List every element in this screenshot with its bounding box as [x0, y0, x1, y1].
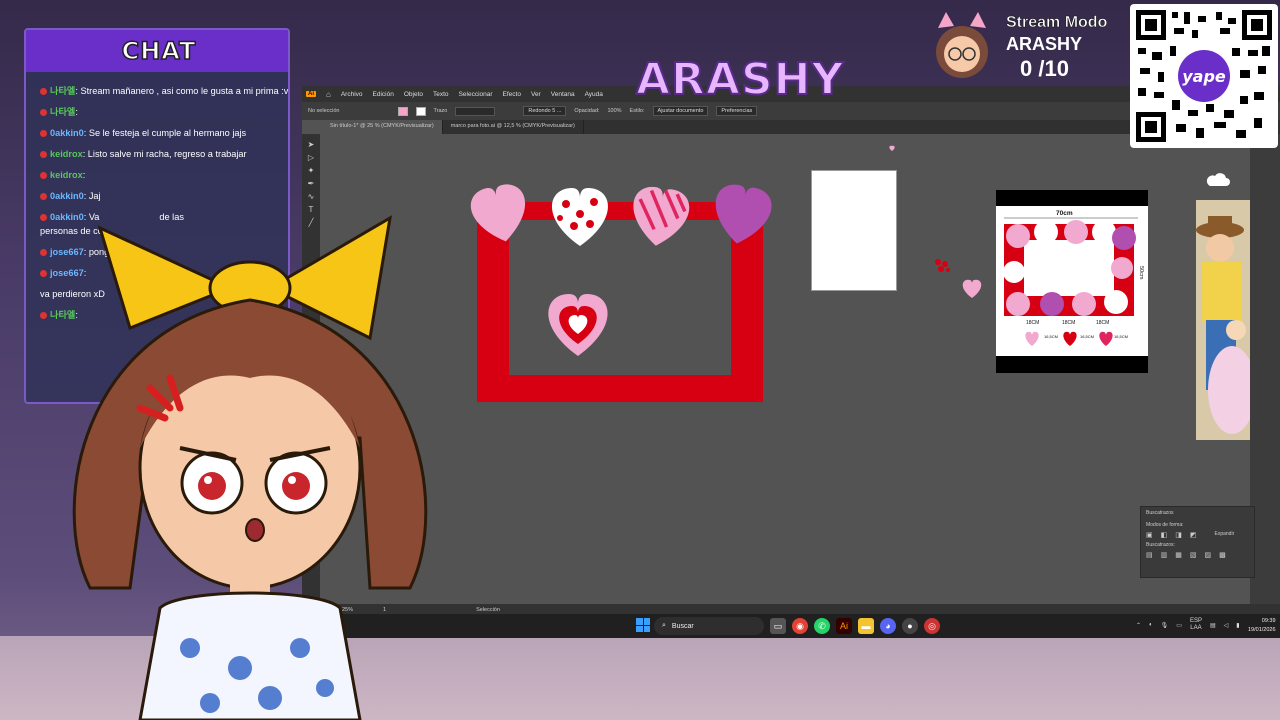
- whatsapp-icon[interactable]: ✆: [814, 618, 830, 634]
- goal-counter: 0 /10: [1020, 56, 1069, 81]
- avatar: [936, 12, 988, 78]
- chat-username[interactable]: 나타엘: [50, 86, 75, 96]
- task-view-icon[interactable]: ▭: [770, 618, 786, 634]
- chat-text: :: [75, 107, 78, 117]
- mockup-reference: 70cm 50cm 18CM 18CM 18CM 16,5CM 16,5CM 1…: [996, 190, 1148, 373]
- taskbar-apps: ▭ ◉ ✆ Ai ▬ ◕ ● ◎: [770, 618, 940, 634]
- crop-icon[interactable]: ▧: [1190, 551, 1197, 559]
- user-badge-icon: [40, 130, 47, 138]
- chat-message: 나타엘:: [40, 105, 288, 119]
- exclude-icon[interactable]: ◩: [1190, 531, 1197, 539]
- time: 09:39: [1261, 618, 1276, 624]
- chat-text: : Stream mañanero , asi como le gusta a …: [75, 86, 289, 96]
- chat-message: 나타엘: Stream mañanero , asi como le gusta…: [40, 84, 289, 98]
- language-label[interactable]: ESP: [1190, 618, 1202, 624]
- chat-text: :: [82, 170, 86, 180]
- region-label: LAA: [1190, 625, 1202, 631]
- windows-start-icon[interactable]: [636, 618, 650, 632]
- illustrator-icon[interactable]: Ai: [836, 618, 852, 634]
- chat-text: : Se le festeja el cumple al hermano jaj…: [83, 128, 247, 138]
- tray-app-icon[interactable]: ◐: [1149, 622, 1153, 628]
- mockup-side-size: 16,5CM: [1080, 334, 1094, 339]
- microphone-icon[interactable]: 🎙: [1161, 622, 1169, 629]
- taskbar-search[interactable]: ⌕ Buscar: [654, 617, 764, 635]
- pathfinders-label: Buscatrazos:: [1146, 542, 1175, 548]
- pathfinder-title: Buscatrazos: [1146, 510, 1174, 516]
- mockup-size-label: 18CM: [1062, 320, 1075, 326]
- search-icon: ⌕: [662, 622, 666, 629]
- clock[interactable]: 09:39 19/01/2026: [1248, 617, 1276, 635]
- minus-back-icon[interactable]: ▩: [1219, 551, 1226, 559]
- pathfinder-panel: Buscatrazos Modos de forma: ▣ ◧ ◨ ◩ Expandir…: [1140, 506, 1255, 578]
- chat-username[interactable]: keidrox: [50, 170, 83, 180]
- stream-mode-name: ARASHY: [1006, 34, 1083, 54]
- stream-mode-label: Stream Modo: [1006, 14, 1108, 32]
- unite-icon[interactable]: ▣: [1146, 531, 1153, 539]
- chat-message: keidrox:: [40, 168, 288, 182]
- chat-message: 0akkin0: Se le festeja el cumple al herm…: [40, 126, 288, 140]
- tiny-heart[interactable]: [889, 145, 895, 151]
- stream-mode-panel: Stream Modo ARASHY 0 /10: [924, 6, 1124, 86]
- search-label: Buscar: [671, 622, 694, 630]
- display-icon[interactable]: ▭: [1176, 622, 1182, 629]
- merge-icon[interactable]: ▦: [1175, 551, 1182, 559]
- outline-icon[interactable]: ▨: [1205, 551, 1212, 559]
- chat-username[interactable]: 나타엘: [50, 107, 75, 117]
- chat-message: 0akkin0: Jaj: [40, 189, 288, 203]
- expand-button[interactable]: Expandir: [1215, 531, 1235, 539]
- file-explorer-icon[interactable]: ▬: [858, 618, 874, 634]
- date: 19/01/2026: [1248, 627, 1276, 633]
- mockup-side-size: 16,5CM: [1044, 334, 1058, 339]
- chrome-icon[interactable]: ◉: [792, 618, 808, 634]
- qr-code: yape: [1130, 4, 1278, 148]
- small-pink-heart[interactable]: [962, 279, 982, 298]
- chat-text: : Jaj: [83, 191, 101, 201]
- brand-title: ARASHY: [635, 53, 845, 106]
- battery-icon[interactable]: ▮: [1236, 622, 1239, 629]
- chat-username[interactable]: keidrox: [50, 149, 83, 159]
- vtuber-character: [72, 215, 428, 720]
- yape-logo-text: yape: [1182, 67, 1226, 86]
- divide-icon[interactable]: ▤: [1146, 551, 1153, 559]
- volume-icon[interactable]: ◁: [1224, 622, 1229, 629]
- chat-message: keidrox: Listo salve mi racha, regreso a…: [40, 147, 288, 161]
- chat-title: CHAT: [121, 36, 197, 66]
- user-badge-icon: [40, 88, 47, 96]
- chat-text: : Listo salve mi racha, regreso a trabaj…: [82, 149, 247, 159]
- mockup-size-label: 18CM: [1026, 320, 1039, 326]
- user-badge-icon: [40, 172, 47, 180]
- minus-front-icon[interactable]: ◧: [1161, 531, 1168, 539]
- network-icon[interactable]: ▤: [1210, 622, 1216, 629]
- qr-pattern: yape: [1136, 10, 1272, 142]
- chat-username[interactable]: 0akkin0: [50, 128, 84, 138]
- chevron-up-icon[interactable]: ⌃: [1136, 622, 1141, 629]
- system-tray: ⌃ ◐ 🎙 ▭ ESP LAA ▤ ◁ ▮: [1136, 618, 1240, 632]
- user-badge-icon: [40, 193, 47, 201]
- mockup-width-label: 70cm: [1056, 210, 1073, 217]
- heart-dots-small[interactable]: [935, 259, 950, 272]
- current-tool: Selección: [476, 607, 500, 613]
- app-icon[interactable]: ◎: [924, 618, 940, 634]
- mockup-height-label: 50cm: [1138, 266, 1144, 280]
- mockup-inner: 70cm 50cm 18CM 18CM 18CM 16,5CM 16,5CM 1…: [996, 206, 1148, 356]
- white-artboard[interactable]: [811, 170, 897, 291]
- user-badge-icon: [40, 109, 47, 117]
- user-badge-icon: [40, 151, 47, 159]
- frame-opening: [509, 220, 731, 375]
- shape-modes-label: Modos de forma:: [1146, 522, 1184, 528]
- discord-icon[interactable]: ◕: [880, 618, 896, 634]
- mockup-size-label: 18CM: [1096, 320, 1109, 326]
- cloud-icon: [1206, 173, 1230, 186]
- trim-icon[interactable]: ▥: [1161, 551, 1168, 559]
- intersect-icon[interactable]: ◨: [1175, 531, 1182, 539]
- chat-header: CHAT: [26, 30, 288, 72]
- toy-figures-image: [1196, 200, 1250, 440]
- obs-icon[interactable]: ●: [902, 618, 918, 634]
- chat-username[interactable]: 0akkin0: [50, 191, 84, 201]
- taskbar: ⌕ Buscar ▭ ◉ ✆ Ai ▬ ◕ ● ◎ ⌃ ◐ 🎙 ▭ ESP LAA…: [340, 614, 1280, 638]
- mockup-side-size: 16,5CM: [1114, 334, 1128, 339]
